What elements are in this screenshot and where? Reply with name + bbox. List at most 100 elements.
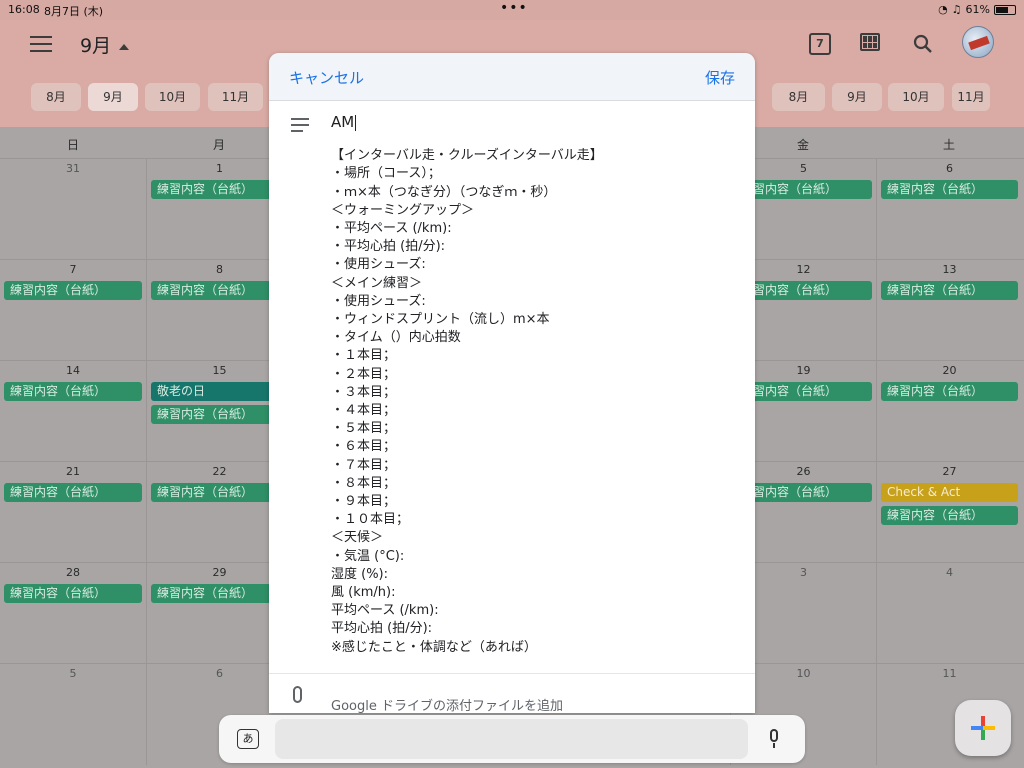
day-cell[interactable]: 7 練習内容（台紙） (0, 260, 146, 361)
description-line: 湿度 (%): (331, 566, 389, 582)
weekday-label: 土 (942, 138, 955, 152)
event-chip[interactable]: 練習内容（台紙） (735, 180, 872, 199)
description-line: ・ウィンドスプリント（流し）m×本 (331, 312, 550, 328)
description-line: ・平均心拍 (拍/分): (331, 239, 446, 255)
day-cell[interactable]: 14 練習内容（台紙） (0, 361, 146, 462)
view-grid-icon[interactable] (860, 33, 880, 51)
battery-icon (994, 4, 1016, 15)
description-line: ・９本目； (331, 494, 397, 510)
event-chip[interactable]: 練習内容（台紙） (881, 281, 1018, 300)
check-act-chip[interactable]: Check & Act (881, 483, 1018, 502)
day-number: 6 (946, 162, 953, 175)
event-chip[interactable]: 練習内容（台紙） (881, 506, 1018, 525)
keyboard-bar: あ (219, 715, 805, 763)
status-time: 16:08 (8, 3, 40, 16)
menu-icon[interactable] (30, 36, 52, 52)
event-chip[interactable]: 練習内容（台紙） (4, 281, 142, 300)
day-number: 28 (66, 566, 80, 579)
ime-switch-icon[interactable]: あ (237, 729, 259, 749)
day-cell[interactable]: 21 練習内容（台紙） (0, 462, 146, 563)
event-chip[interactable]: 練習内容（台紙） (4, 382, 142, 401)
description-line: ・タイム（）内心拍数 (331, 330, 461, 346)
description-line: ＜ウォーミングアップ＞ (331, 202, 475, 218)
day-cell[interactable]: 20 練習内容（台紙） (876, 361, 1022, 462)
event-chip[interactable]: 練習内容（台紙） (151, 483, 288, 502)
description-line: ・ｍ×本（つなぎ分）（つなぎｍ・秒） (331, 184, 557, 200)
wifi-icon: ◔ (938, 3, 948, 16)
event-chip[interactable]: 練習内容（台紙） (151, 405, 288, 424)
event-chip[interactable]: 練習内容（台紙） (735, 382, 872, 401)
description-line: ＜メイン練習＞ (331, 275, 423, 291)
description-line: ※感じたこと・体調など（あれば） (331, 639, 537, 655)
description-field[interactable]: AM 【インターバル走・クルーズインターバル走】 ・場所（コース）； ・ｍ×本（つな… (331, 113, 731, 657)
month-selector[interactable]: 9月 (80, 31, 130, 58)
event-edit-dialog: キャンセル 保存 AM 【インターバル走・クルーズインターバル走】 ・場所（コース… (269, 53, 755, 713)
notes-icon (291, 118, 309, 132)
chip-month[interactable]: 11月 (952, 83, 990, 111)
dialog-header: キャンセル 保存 (269, 53, 755, 101)
event-chip[interactable]: 練習内容（台紙） (735, 281, 872, 300)
description-line: ・使用シューズ: (331, 293, 426, 309)
chip-month[interactable]: 10月 (888, 83, 944, 111)
day-cell[interactable]: 31 (0, 159, 146, 260)
description-line: ＜天候＞ (331, 530, 384, 546)
day-cell[interactable]: 5 (0, 664, 146, 765)
event-chip[interactable]: 練習内容（台紙） (4, 483, 142, 502)
today-icon[interactable]: 7 (809, 33, 831, 55)
status-bar: 16:08 8月7日 (木) ••• ◔ ♫ 61% (0, 0, 1024, 20)
day-cell[interactable]: 28 練習内容（台紙） (0, 563, 146, 664)
event-chip[interactable]: 練習内容（台紙） (881, 180, 1018, 199)
save-button[interactable]: 保存 (705, 67, 735, 88)
description-line: 【インターバル走・クルーズインターバル走】 (331, 148, 603, 164)
description-line: ・３本目； (331, 384, 397, 400)
description-line: 平均ペース (/km): (331, 603, 439, 619)
chip-month[interactable]: 8月 (772, 83, 825, 111)
search-icon[interactable] (912, 33, 934, 55)
event-chip[interactable]: 練習内容（台紙） (735, 483, 872, 502)
description-line: ・１０本目； (331, 512, 410, 528)
keyboard-candidate-field[interactable] (275, 719, 748, 759)
day-cell[interactable]: 6 練習内容（台紙） (876, 159, 1022, 260)
chip-month[interactable]: 9月 (832, 83, 882, 111)
day-number: 13 (942, 263, 957, 276)
description-line: 平均心拍 (拍/分): (331, 621, 433, 637)
month-title: 9月 (80, 35, 112, 57)
microphone-icon[interactable] (768, 729, 780, 749)
event-chip[interactable]: 練習内容（台紙） (151, 281, 288, 300)
day-cell[interactable]: 4 (876, 563, 1022, 664)
chip-month[interactable]: 10月 (145, 83, 200, 111)
day-number: 31 (66, 162, 80, 175)
weekday-label: 日 (66, 138, 79, 152)
account-avatar[interactable] (962, 26, 994, 58)
create-event-button[interactable] (955, 700, 1011, 756)
event-chip[interactable]: 練習内容（台紙） (4, 584, 142, 603)
event-chip[interactable]: 練習内容（台紙） (151, 584, 288, 603)
day-cell[interactable]: 13 練習内容（台紙） (876, 260, 1022, 361)
description-line: ・場所（コース）； (331, 166, 441, 182)
description-line: ・使用シューズ: (331, 257, 426, 273)
day-cell[interactable]: 27 Check & Act 練習内容（台紙） (876, 462, 1022, 563)
description-line: ・６本目； (331, 439, 397, 455)
holiday-chip[interactable]: 敬老の日 (151, 382, 288, 401)
description-line: ・７本目； (331, 457, 397, 473)
paperclip-icon (293, 686, 302, 703)
cancel-button[interactable]: キャンセル (289, 67, 364, 88)
description-line: ・２本目； (331, 366, 397, 382)
description-line: ・平均ペース (/km): (331, 221, 452, 237)
multitask-dots[interactable]: ••• (500, 0, 528, 16)
description-line: ・気温 (°C): (331, 548, 405, 564)
event-chip[interactable]: 練習内容（台紙） (881, 382, 1018, 401)
event-chip[interactable]: 練習内容（台紙） (151, 180, 288, 199)
chip-month[interactable]: 8月 (31, 83, 81, 111)
description-line: ・１本目； (331, 348, 397, 364)
description-line: ・４本目； (331, 403, 397, 419)
text-cursor (355, 114, 357, 131)
day-number: 21 (66, 465, 80, 478)
day-number: 7 (69, 263, 77, 276)
battery-percent: 61% (965, 3, 990, 16)
description-line: ・８本目； (331, 475, 397, 491)
chip-month[interactable]: 11月 (208, 83, 263, 111)
attach-row[interactable]: Google ドライブの添付ファイルを追加 (269, 673, 755, 713)
description-line: 風 (km/h): (331, 585, 396, 601)
chip-month-selected[interactable]: 9月 (88, 83, 138, 111)
